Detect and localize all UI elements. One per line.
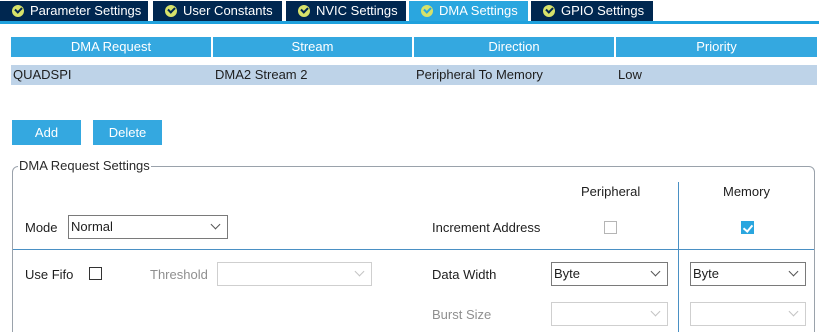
check-circle-icon (543, 5, 555, 17)
chevron-down-icon (788, 306, 799, 317)
increment-memory-checkbox[interactable] (741, 221, 754, 234)
increment-peripheral-checkbox[interactable] (604, 221, 617, 234)
burst-size-memory-select[interactable] (690, 302, 806, 326)
tab-dma-settings[interactable]: DMA Settings (409, 1, 528, 21)
use-fifo-label: Use Fifo (25, 267, 74, 282)
tab-user-constants[interactable]: User Constants (153, 1, 282, 21)
use-fifo-checkbox[interactable] (89, 267, 102, 280)
check-circle-icon (298, 5, 310, 17)
burst-size-label: Burst Size (432, 307, 492, 322)
chevron-down-icon (650, 266, 661, 277)
check-circle-icon (421, 5, 433, 17)
tab-label: NVIC Settings (316, 3, 398, 18)
tab-label: User Constants (183, 3, 273, 18)
check-circle-icon (165, 5, 177, 17)
threshold-label: Threshold (150, 267, 208, 282)
tab-label: Parameter Settings (30, 3, 142, 18)
column-header-stream[interactable]: Stream (213, 37, 412, 57)
table-row[interactable]: QUADSPI DMA2 Stream 2 Peripheral To Memo… (11, 65, 817, 85)
mode-label: Mode (25, 220, 58, 235)
tab-label: DMA Settings (439, 3, 518, 18)
cell-direction: Peripheral To Memory (416, 67, 543, 82)
row-divider (13, 249, 814, 250)
add-button[interactable]: Add (12, 120, 81, 145)
burst-size-peripheral-select[interactable] (551, 302, 668, 326)
check-circle-icon (12, 5, 24, 17)
mode-value: Normal (71, 219, 113, 234)
tab-parameter-settings[interactable]: Parameter Settings (0, 1, 148, 21)
data-width-label: Data Width (432, 267, 497, 282)
tab-gpio-settings[interactable]: GPIO Settings (531, 1, 653, 21)
data-width-memory-value: Byte (693, 266, 720, 281)
tab-bar: Parameter Settings User Constants NVIC S… (0, 0, 819, 24)
chevron-down-icon (788, 266, 799, 277)
tab-label: GPIO Settings (561, 3, 645, 18)
cell-stream: DMA2 Stream 2 (215, 67, 308, 82)
chevron-down-icon (354, 266, 365, 277)
data-width-peripheral-select[interactable]: Byte (551, 262, 668, 286)
cell-priority: Low (618, 67, 642, 82)
tab-nvic-settings[interactable]: NVIC Settings (286, 1, 406, 21)
data-width-memory-select[interactable]: Byte (690, 262, 806, 286)
column-header-priority[interactable]: Priority (616, 37, 817, 57)
cell-dma-request: QUADSPI (13, 67, 72, 82)
memory-column-header: Memory (723, 184, 770, 199)
peripheral-column-header: Peripheral (581, 184, 641, 199)
column-divider (678, 182, 679, 332)
table-header: DMA Request Stream Direction Priority (11, 37, 817, 57)
group-title: DMA Request Settings (18, 158, 151, 173)
chevron-down-icon (650, 306, 661, 317)
increment-address-label: Increment Address (432, 220, 541, 235)
column-header-direction[interactable]: Direction (414, 37, 614, 57)
delete-button[interactable]: Delete (93, 120, 162, 145)
mode-select[interactable]: Normal (68, 215, 228, 239)
threshold-select[interactable] (217, 262, 372, 286)
chevron-down-icon (210, 219, 221, 230)
column-header-dma-request[interactable]: DMA Request (11, 37, 211, 57)
data-width-peripheral-value: Byte (554, 266, 581, 281)
